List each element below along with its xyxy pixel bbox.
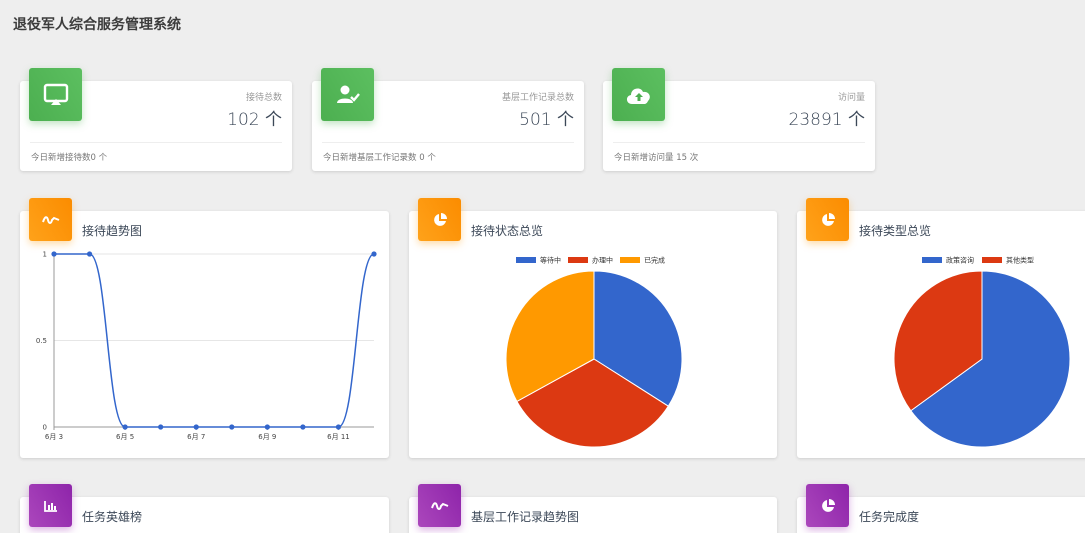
reception-type-chart: 政策咨询 其他类型 [893,256,1071,448]
pie-icon [806,484,849,527]
data-point [371,251,377,257]
x-tick-label: 6月 3 [45,433,63,441]
reception-type-card: 接待类型总览 政策咨询 其他类型 [797,198,1085,458]
legend-swatch [982,257,1002,263]
legend-label: 已完成 [644,256,665,265]
reception-trend-card: 接待趋势图 0 0.5 1 6月 3 6月 5 6月 7 6月 9 6月 11 [20,198,389,458]
legend-label: 政策咨询 [946,256,974,265]
legend-label: 其他类型 [1006,256,1034,265]
grassroots-trend-card: 基层工作记录趋势图 [409,484,777,533]
legend-label: 等待中 [540,256,561,265]
legend-swatch [922,257,942,263]
data-point [300,424,306,430]
task-hero-card: 任务英雄榜 [20,484,389,533]
stat-card-reception: 接待总数 102 个 今日新增接待数0 个 [20,68,292,171]
bar-chart-icon [29,484,72,527]
data-point [122,424,128,430]
user-check-icon [321,68,374,121]
stat-label: 基层工作记录总数 [501,93,574,103]
legend-swatch [516,257,536,263]
app-title: 退役军人综合服务管理系统 [13,17,181,33]
reception-status-chart: 等待中 办理中 已完成 [505,256,683,448]
stat-footer: 今日新增访问量 15 次 [614,153,699,163]
stat-label: 接待总数 [245,93,282,103]
data-point [193,424,199,430]
stat-value: 102 个 [227,110,282,130]
x-tick-label: 6月 5 [116,433,134,441]
trend-icon [418,484,461,527]
stat-card-visits: 访问量 23891 个 今日新增访问量 15 次 [603,68,875,171]
card-title: 任务完成度 [859,510,920,524]
y-tick-label: 1 [43,251,47,259]
legend-swatch [620,257,640,263]
reception-trend-chart: 0 0.5 1 6月 3 6月 5 6月 7 6月 9 6月 11 [36,251,377,441]
x-tick-label: 6月 9 [258,433,276,441]
data-point [264,424,270,430]
stat-value: 23891 个 [788,110,865,130]
data-point [51,251,57,257]
divider [30,142,282,143]
stat-footer: 今日新增基层工作记录数 0 个 [323,153,436,163]
x-tick-label: 6月 11 [327,433,350,441]
divider [322,142,574,143]
task-completion-card: 任务完成度 [797,484,1085,533]
x-tick-label: 6月 7 [187,433,205,441]
stat-value: 501 个 [519,110,574,130]
card-title: 基层工作记录趋势图 [471,510,580,524]
data-point [158,424,164,430]
data-point [335,424,342,430]
stat-card-grassroots: 基层工作记录总数 501 个 今日新增基层工作记录数 0 个 [312,68,584,171]
stat-footer: 今日新增接待数0 个 [31,153,108,163]
reception-status-card: 接待状态总览 等待中 办理中 已完成 [409,198,777,458]
cloud-upload-icon [612,68,665,121]
data-point [86,251,93,257]
stat-label: 访问量 [837,93,865,103]
y-tick-label: 0.5 [36,337,47,345]
divider [613,142,865,143]
card-title: 任务英雄榜 [82,510,143,524]
y-tick-label: 0 [43,424,47,432]
monitor-icon [29,68,82,121]
legend-swatch [568,257,588,263]
data-point [229,424,235,430]
legend-label: 办理中 [592,256,613,265]
